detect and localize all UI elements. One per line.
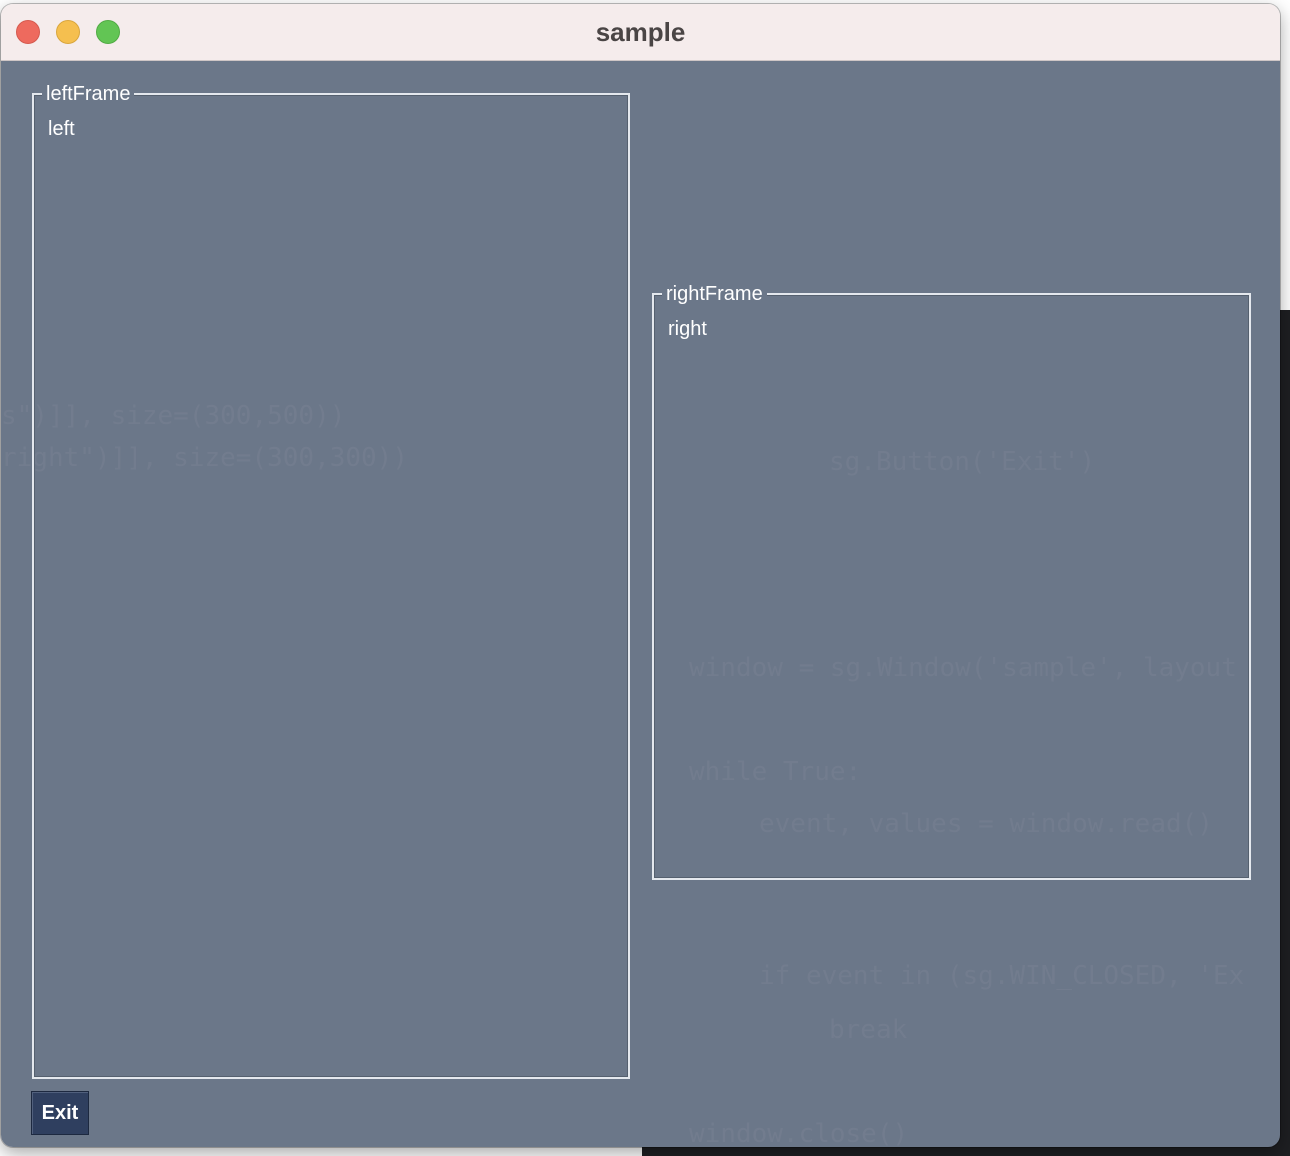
right-frame: rightFrame right [652, 282, 1251, 880]
exit-button[interactable]: Exit [31, 1091, 89, 1135]
background-code-line: if event in (sg.WIN_CLOSED, 'Ex [759, 961, 1245, 991]
background-code-line: window.close() [689, 1119, 909, 1147]
right-frame-title: rightFrame [662, 282, 767, 306]
app-window: sample s")]], size=(300,500)) right")]],… [1, 4, 1280, 1147]
left-frame: leftFrame left [32, 82, 630, 1079]
window-content: s")]], size=(300,500)) right")]], size=(… [1, 61, 1280, 1147]
title-bar[interactable]: sample [1, 4, 1280, 61]
window-title: sample [595, 17, 686, 47]
background-code-line: break [829, 1015, 908, 1045]
left-text: left [48, 118, 75, 140]
screen: sample s")]], size=(300,500)) right")]],… [0, 0, 1290, 1156]
left-frame-title: leftFrame [42, 82, 135, 106]
right-text: right [668, 318, 707, 340]
